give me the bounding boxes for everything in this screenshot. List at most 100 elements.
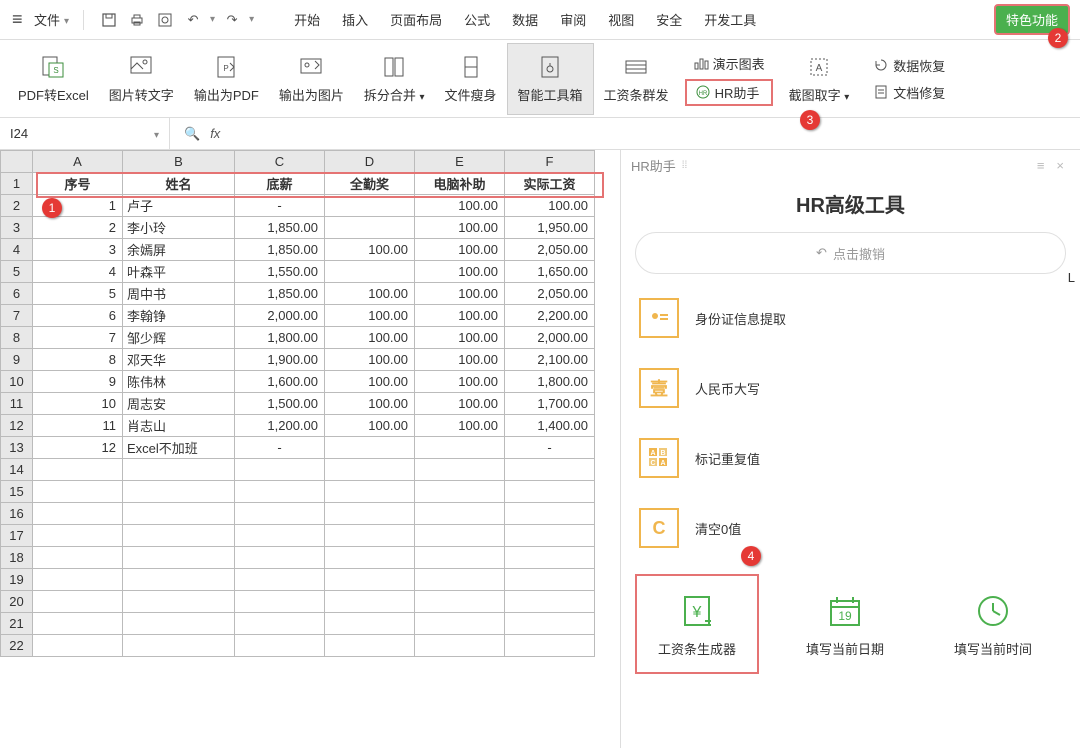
cell[interactable] — [325, 525, 415, 547]
cell[interactable]: 余嫣屏 — [123, 239, 235, 261]
cell[interactable]: 1,600.00 — [235, 371, 325, 393]
data-recovery-button[interactable]: 数据恢复 — [865, 54, 953, 77]
cell[interactable] — [415, 481, 505, 503]
cell[interactable]: 100.00 — [415, 349, 505, 371]
row-header[interactable]: 6 — [1, 283, 33, 305]
cell[interactable]: 1,200.00 — [235, 415, 325, 437]
cell[interactable]: 10 — [33, 393, 123, 415]
cell[interactable] — [123, 569, 235, 591]
cell[interactable]: 全勤奖 — [325, 173, 415, 195]
cell[interactable] — [415, 635, 505, 657]
cell[interactable] — [33, 459, 123, 481]
save-icon[interactable] — [98, 9, 120, 31]
cell[interactable] — [33, 547, 123, 569]
print-preview-icon[interactable] — [154, 9, 176, 31]
cell[interactable]: 实际工资 — [505, 173, 595, 195]
cell[interactable]: - — [235, 195, 325, 217]
cell[interactable]: 3 — [33, 239, 123, 261]
cell[interactable]: 100.00 — [325, 371, 415, 393]
cell[interactable]: - — [505, 437, 595, 459]
cell[interactable] — [123, 635, 235, 657]
row-header[interactable]: 14 — [1, 459, 33, 481]
pdf-to-excel-button[interactable]: S PDF转Excel — [8, 43, 99, 115]
cell[interactable] — [33, 591, 123, 613]
cell[interactable] — [235, 525, 325, 547]
cell[interactable] — [235, 613, 325, 635]
cell[interactable] — [325, 481, 415, 503]
export-pdf-button[interactable]: P 输出为PDF — [184, 43, 269, 115]
cell[interactable]: 100.00 — [325, 327, 415, 349]
row-header[interactable]: 7 — [1, 305, 33, 327]
cell[interactable]: 7 — [33, 327, 123, 349]
redo-icon[interactable]: ↷ — [221, 9, 243, 31]
column-header[interactable]: D — [325, 151, 415, 173]
row-header[interactable]: 4 — [1, 239, 33, 261]
column-header[interactable]: F — [505, 151, 595, 173]
cell[interactable] — [33, 635, 123, 657]
cell[interactable]: 邓天华 — [123, 349, 235, 371]
cell[interactable]: 2 — [33, 217, 123, 239]
cell[interactable] — [33, 525, 123, 547]
row-header[interactable]: 20 — [1, 591, 33, 613]
cell[interactable]: 100.00 — [415, 239, 505, 261]
cell[interactable]: 1,850.00 — [235, 283, 325, 305]
cell[interactable] — [235, 547, 325, 569]
cell[interactable]: 1,650.00 — [505, 261, 595, 283]
cell[interactable]: 11 — [33, 415, 123, 437]
cell[interactable]: 周中书 — [123, 283, 235, 305]
present-chart-button[interactable]: 演示图表 — [685, 52, 773, 75]
cell[interactable]: 1,950.00 — [505, 217, 595, 239]
cell[interactable]: 100.00 — [325, 349, 415, 371]
cell[interactable] — [505, 503, 595, 525]
cell[interactable] — [415, 547, 505, 569]
cell[interactable]: 4 — [33, 261, 123, 283]
cell[interactable]: 12 — [33, 437, 123, 459]
cell[interactable]: 100.00 — [415, 393, 505, 415]
cell[interactable]: 肖志山 — [123, 415, 235, 437]
cell[interactable]: 100.00 — [505, 195, 595, 217]
mark-dup-tool[interactable]: ABCA 标记重复值 — [635, 430, 1066, 486]
cell[interactable]: 周志安 — [123, 393, 235, 415]
split-merge-button[interactable]: 拆分合并 ▾ — [354, 43, 435, 115]
cell[interactable]: 100.00 — [415, 283, 505, 305]
cell[interactable]: 100.00 — [415, 371, 505, 393]
cell[interactable]: 2,050.00 — [505, 283, 595, 305]
cell[interactable]: 1,850.00 — [235, 217, 325, 239]
undo-icon[interactable]: ↶ — [182, 9, 204, 31]
row-header[interactable]: 10 — [1, 371, 33, 393]
cell[interactable]: 李小玲 — [123, 217, 235, 239]
redo-dropdown[interactable]: ▾ — [249, 14, 254, 25]
cell[interactable] — [325, 635, 415, 657]
tab-insert[interactable]: 插入 — [334, 10, 376, 29]
cell[interactable] — [123, 613, 235, 635]
cell[interactable]: 底薪 — [235, 173, 325, 195]
cell[interactable] — [33, 503, 123, 525]
tab-review[interactable]: 审阅 — [552, 10, 594, 29]
cell[interactable] — [505, 569, 595, 591]
cell[interactable] — [325, 591, 415, 613]
row-header[interactable]: 21 — [1, 613, 33, 635]
screenshot-ocr-button[interactable]: A 截图取字 ▾ — [779, 43, 860, 115]
cell[interactable] — [123, 525, 235, 547]
clear-zero-tool[interactable]: C 清空0值 — [635, 500, 1066, 556]
cell[interactable]: 9 — [33, 371, 123, 393]
column-header[interactable]: C — [235, 151, 325, 173]
cell[interactable] — [415, 459, 505, 481]
cell[interactable] — [505, 459, 595, 481]
cell[interactable]: 6 — [33, 305, 123, 327]
select-all-corner[interactable] — [1, 151, 33, 173]
cell[interactable] — [325, 547, 415, 569]
cell[interactable] — [123, 547, 235, 569]
row-header[interactable]: 5 — [1, 261, 33, 283]
fx-label[interactable]: fx — [210, 126, 220, 141]
cell[interactable] — [123, 481, 235, 503]
cell[interactable] — [325, 569, 415, 591]
cell[interactable] — [33, 481, 123, 503]
cell[interactable] — [325, 217, 415, 239]
spreadsheet[interactable]: ABCDEF1序号姓名底薪全勤奖电脑补助实际工资21卢子-100.00100.0… — [0, 150, 620, 748]
cell[interactable] — [123, 503, 235, 525]
panel-menu-icon[interactable]: ≡ — [1031, 158, 1051, 173]
doc-repair-button[interactable]: 文档修复 — [865, 81, 953, 104]
file-menu[interactable]: 文件 — [34, 10, 69, 29]
formula-input[interactable] — [230, 126, 1080, 141]
